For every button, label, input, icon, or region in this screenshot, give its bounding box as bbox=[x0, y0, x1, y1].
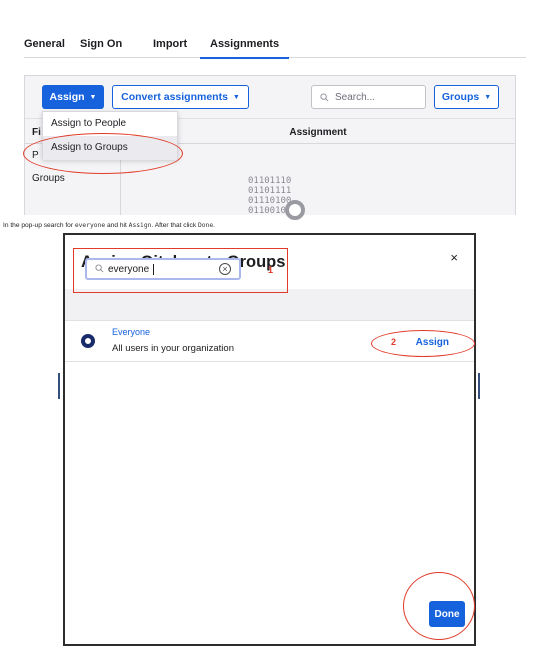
caret-down-icon: ▼ bbox=[484, 93, 492, 101]
instruction-part: . After that click bbox=[151, 222, 198, 229]
convert-assignments-button[interactable]: Convert assignments ▼ bbox=[112, 85, 249, 109]
background-edge-mark bbox=[58, 373, 60, 399]
tab-assignments[interactable]: Assignments bbox=[199, 38, 290, 59]
background-edge-mark bbox=[478, 373, 480, 399]
caret-down-icon: ▼ bbox=[89, 93, 97, 101]
tab-import[interactable]: Import bbox=[153, 38, 187, 50]
assign-button-label: Assign bbox=[49, 91, 85, 103]
assignments-search-input[interactable]: Search... bbox=[311, 85, 426, 109]
binary-line: 01110100 bbox=[248, 196, 292, 206]
instruction-code-done: Done bbox=[197, 222, 214, 229]
assign-button[interactable]: Assign ▼ bbox=[42, 85, 104, 109]
instruction-code-everyone: everyone bbox=[74, 222, 106, 229]
instruction-text: In the pop-up search for everyone and hi… bbox=[3, 222, 215, 229]
convert-assignments-label: Convert assignments bbox=[121, 91, 228, 103]
assign-groups-modal: Assign Oitchau to Groups × everyone × 1 … bbox=[63, 233, 476, 646]
group-name: Everyone bbox=[112, 327, 151, 337]
binary-line: 01101110 bbox=[248, 176, 292, 186]
binary-line: 01101111 bbox=[248, 186, 292, 196]
caret-down-icon: ▼ bbox=[232, 93, 240, 101]
instruction-code-assign: Assign bbox=[128, 222, 152, 229]
instruction-part: and hit bbox=[105, 222, 129, 229]
groups-filter-button[interactable]: Groups ▼ bbox=[434, 85, 499, 109]
annotation-rect-search bbox=[73, 248, 288, 293]
instruction-part: . bbox=[213, 222, 215, 229]
group-description: All users in your organization bbox=[112, 343, 234, 354]
instruction-part: In the pop-up search for bbox=[3, 222, 75, 229]
groups-filter-label: Groups bbox=[441, 91, 480, 103]
tab-sign-on[interactable]: Sign On bbox=[80, 38, 122, 50]
loading-spinner-icon bbox=[285, 200, 305, 220]
annotation-ellipse-done bbox=[403, 572, 475, 640]
annotation-number-1: 1 bbox=[268, 265, 274, 275]
modal-search-strip bbox=[65, 289, 474, 321]
app-tabs: General Sign On Import Assignments bbox=[24, 30, 526, 59]
tab-general[interactable]: General bbox=[24, 38, 65, 50]
close-icon[interactable]: × bbox=[450, 250, 458, 265]
annotation-ellipse-assign bbox=[371, 330, 475, 357]
annotation-ellipse-assign-to-groups bbox=[23, 133, 183, 174]
assignment-header: Assignment bbox=[121, 119, 515, 144]
search-placeholder: Search... bbox=[335, 91, 376, 103]
group-icon bbox=[81, 334, 95, 348]
search-icon bbox=[320, 92, 329, 101]
